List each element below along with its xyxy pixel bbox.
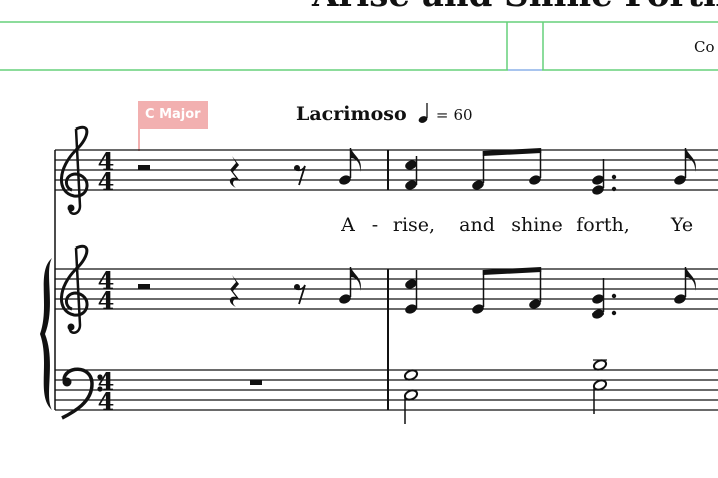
- voice-staff[interactable]: [55, 149, 718, 191]
- eighth-rest[interactable]: [293, 283, 306, 305]
- bass-clef-icon: [60, 367, 105, 420]
- brace-icon: [40, 258, 52, 410]
- chord-note[interactable]: [404, 156, 418, 191]
- lyric-syllable[interactable]: shine: [511, 214, 563, 236]
- beamed-notes[interactable]: [471, 267, 542, 315]
- piano-left-hand-staff[interactable]: [55, 369, 718, 411]
- lyric-syllable[interactable]: Ye: [671, 214, 693, 236]
- half-rest[interactable]: [138, 284, 150, 289]
- time-signature-bottom: 4: [98, 286, 115, 315]
- piano-right-hand-staff[interactable]: [55, 268, 718, 310]
- lyric-hyphen: -: [371, 214, 379, 236]
- quarter-rest[interactable]: [229, 156, 240, 188]
- eighth-rest[interactable]: [293, 164, 306, 186]
- time-signature-bottom: 4: [98, 387, 115, 416]
- time-signature-bottom: 4: [98, 167, 115, 196]
- half-note-chord[interactable]: [592, 359, 608, 414]
- score-canvas[interactable]: 4 4 4 4 4 4: [0, 0, 718, 478]
- chord-note[interactable]: [404, 270, 418, 315]
- half-rest[interactable]: [138, 165, 150, 170]
- lyric-syllable[interactable]: and: [459, 214, 495, 236]
- quarter-rest[interactable]: [229, 275, 240, 307]
- lyric-syllable[interactable]: A: [341, 214, 355, 236]
- lyric-syllable[interactable]: rise,: [393, 214, 435, 236]
- half-note-chord[interactable]: [403, 369, 419, 424]
- whole-rest[interactable]: [250, 380, 262, 385]
- dotted-chord[interactable]: [591, 159, 617, 196]
- lyric-syllable[interactable]: forth,: [576, 214, 629, 236]
